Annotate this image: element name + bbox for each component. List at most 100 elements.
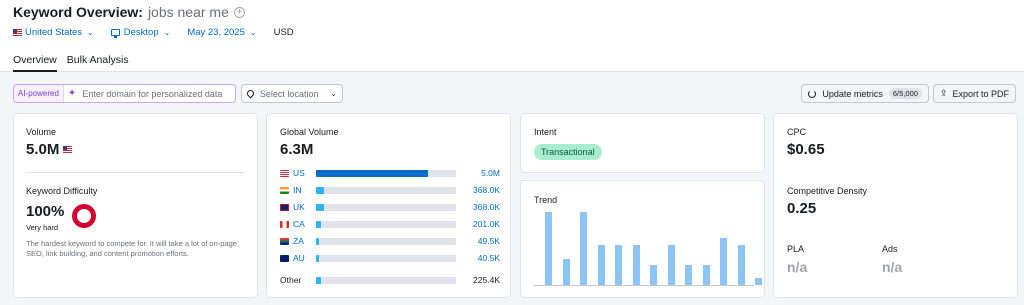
cpc-card: CPC $0.65 Competitive Density 0.25 PLA n… [773, 113, 1018, 298]
country-volume: 49.5K [477, 236, 500, 246]
divider [26, 172, 244, 173]
country-volume: 201.0K [473, 219, 500, 229]
kd-value: 100% [26, 203, 65, 220]
global-volume-card: Global Volume 6.3M US 5.0M IN 368.0K UK … [266, 113, 511, 298]
trend-bar [667, 244, 675, 285]
za-flag-icon [280, 237, 289, 245]
ads-label: Ads [882, 244, 898, 254]
country-code: UK [293, 202, 305, 212]
export-pdf-button[interactable]: ⇪ Export to PDF [932, 84, 1016, 103]
cpc-label: CPC [787, 127, 807, 137]
date-select[interactable]: May 23, 2025 ⌄ [187, 27, 256, 38]
other-row: Other 225.4K [280, 274, 500, 286]
country-volume: 368.0K [473, 185, 500, 195]
intent-badge-wrap: Transactional [534, 142, 602, 160]
volume-label: Volume [26, 127, 57, 137]
currency-label: USD [273, 26, 294, 38]
other-volume: 225.4K [473, 275, 500, 285]
country-row[interactable]: ZA 49.5K [280, 235, 500, 247]
page-title-label: Keyword Overview: [13, 4, 143, 20]
country-code: IN [293, 185, 302, 195]
sparkle-icon: ✦ [67, 88, 77, 99]
trend-bar [737, 244, 745, 285]
ads-value: n/a [882, 259, 903, 275]
volume-bar-fill [316, 186, 325, 194]
other-label: Other [280, 275, 302, 285]
volume-bar [316, 203, 456, 211]
country-select[interactable]: United States ⌄ [13, 27, 94, 38]
us-flag-icon [280, 169, 289, 177]
country-code: AU [293, 253, 305, 263]
chevron-down-icon: ⌄ [87, 27, 94, 37]
ca-flag-icon [280, 220, 289, 228]
volume-bar-fill [316, 254, 319, 262]
us-flag-icon [63, 146, 73, 153]
trend-card: Trend [520, 180, 765, 298]
volume-bar-fill [316, 276, 321, 284]
trend-chart [534, 212, 762, 286]
uk-flag-icon [280, 203, 289, 211]
update-count-badge: 6/5,000 [888, 88, 922, 99]
update-metrics-label: Update metrics [822, 88, 883, 99]
volume-value-row: 5.0M [26, 141, 75, 158]
right-tools: Update metrics 6/5,000 ⇪ Export to PDF [797, 84, 1016, 103]
country-volume: 40.5K [477, 253, 500, 263]
monitor-icon [110, 28, 120, 38]
in-flag-icon [280, 186, 289, 194]
intent-card: Intent Transactional [520, 113, 765, 173]
trend-bar [632, 244, 640, 285]
kd-description: The hardest keyword to compete for. It w… [26, 239, 237, 258]
volume-bar [316, 276, 456, 284]
country-row[interactable]: US 5.0M [280, 167, 500, 179]
pla-value: n/a [787, 259, 808, 275]
country-code: US [293, 168, 305, 178]
refresh-icon [808, 89, 817, 98]
location-placeholder: Select location [259, 88, 319, 99]
tab-bulk-analysis[interactable]: Bulk Analysis [67, 54, 129, 72]
ai-powered-label: AI-powered [18, 89, 59, 98]
volume-bar [316, 186, 456, 194]
global-volume-value: 6.3M [280, 141, 314, 158]
tab-overview[interactable]: Overview [13, 54, 57, 72]
country-code: CA [293, 219, 305, 229]
competitive-density-value: 0.25 [787, 200, 817, 217]
trend-bar [580, 212, 587, 285]
au-flag-icon [280, 254, 289, 262]
chevron-down-icon: ⌄ [249, 27, 257, 37]
volume-bar [316, 254, 456, 262]
export-icon: ⇪ [939, 88, 948, 98]
volume-value: 5.0M [26, 141, 60, 158]
location-select[interactable]: Select location ⌄ [240, 84, 343, 103]
country-label: United States [25, 26, 83, 38]
add-icon[interactable]: + [233, 6, 245, 18]
pla-label: PLA [787, 244, 805, 254]
competitive-density-label: Competitive Density [787, 186, 868, 196]
volume-card: Volume 5.0M Keyword Difficulty 100% Very… [13, 113, 258, 298]
trend-bar [597, 244, 605, 285]
domain-input[interactable] [82, 88, 231, 99]
trend-bar [720, 237, 727, 285]
volume-bar [316, 220, 456, 228]
chevron-down-icon: ⌄ [163, 27, 171, 37]
trend-label: Trend [534, 195, 558, 205]
domain-input-wrap: ✦ [62, 85, 235, 102]
intent-badge: Transactional [534, 144, 602, 160]
trend-bar [615, 244, 622, 285]
trend-bar [545, 212, 552, 285]
country-row[interactable]: AU 40.5K [280, 252, 500, 264]
kd-level: Very hard [26, 223, 59, 232]
cpc-value: $0.65 [787, 141, 825, 158]
volume-bar-fill [316, 237, 319, 245]
global-volume-label: Global Volume [280, 127, 339, 137]
update-metrics-button[interactable]: Update metrics 6/5,000 [801, 84, 929, 103]
chevron-down-icon: ⌄ [330, 89, 337, 98]
country-code: ZA [293, 236, 304, 246]
country-row[interactable]: CA 201.0K [280, 218, 500, 230]
tab-bar: Overview Bulk Analysis [13, 54, 139, 72]
device-select[interactable]: Desktop ⌄ [110, 27, 171, 38]
country-volume: 368.0K [473, 202, 500, 212]
country-row[interactable]: UK 368.0K [280, 201, 500, 213]
country-row[interactable]: IN 368.0K [280, 184, 500, 196]
intent-label: Intent [534, 127, 557, 137]
trend-bar [562, 259, 570, 285]
